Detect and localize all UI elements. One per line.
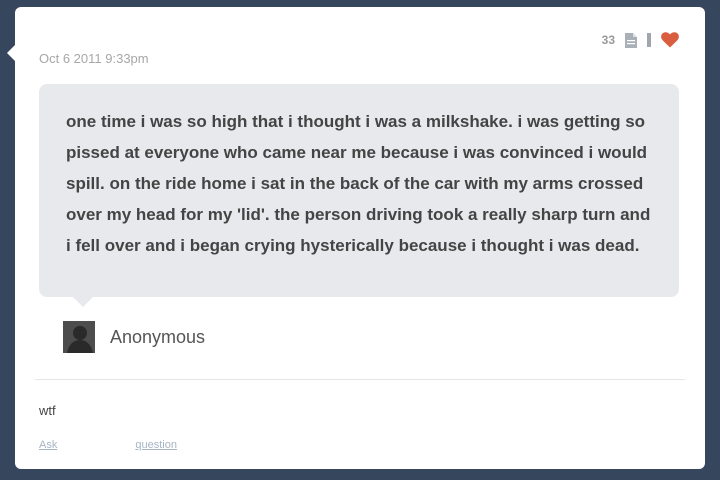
asker-name[interactable]: Anonymous xyxy=(110,327,205,348)
card-notch xyxy=(7,45,15,61)
question-link[interactable]: question xyxy=(135,439,177,451)
ask-link[interactable]: Ask xyxy=(39,439,57,451)
post-date: Oct 6 2011 9:33pm xyxy=(39,51,149,66)
footer-links: Ask question xyxy=(39,439,177,451)
bubble-tail xyxy=(73,297,93,307)
heart-icon[interactable] xyxy=(661,32,679,48)
reblog-icon[interactable] xyxy=(647,33,651,47)
post-controls: 33 xyxy=(602,29,679,51)
anonymous-avatar xyxy=(63,321,95,353)
question-bubble: one time i was so high that i thought i … xyxy=(39,84,679,307)
notes-icon[interactable] xyxy=(625,32,637,48)
asker: Anonymous xyxy=(63,320,205,354)
divider xyxy=(35,379,685,380)
answer-text: wtf xyxy=(39,403,56,418)
question-text: one time i was so high that i thought i … xyxy=(66,112,651,255)
note-count[interactable]: 33 xyxy=(602,33,615,47)
post-card: Oct 6 2011 9:33pm 33 one time i was so h… xyxy=(7,7,705,469)
